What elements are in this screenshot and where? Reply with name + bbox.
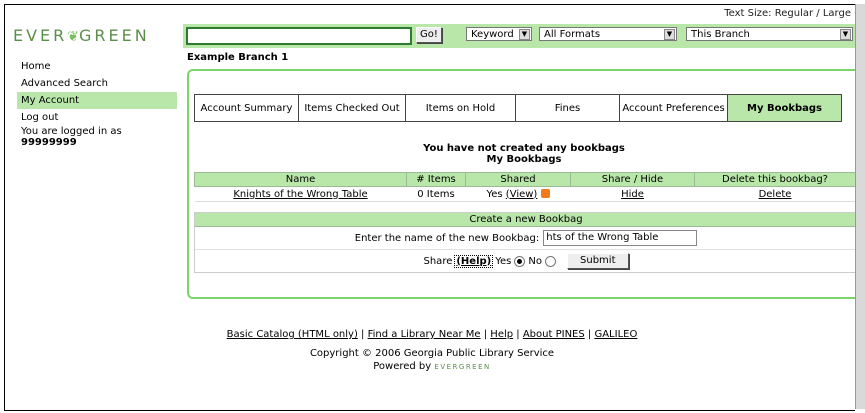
go-button[interactable]: Go! [416, 27, 442, 43]
footer-link-find-library[interactable]: Find a Library Near Me [368, 329, 481, 340]
create-bookbag-form: Create a new Bookbag Enter the name of t… [194, 212, 855, 273]
browser-content: Text Size: Regular / Large EVER❦GREEN Go… [4, 4, 855, 411]
yes-label: Yes [495, 255, 512, 267]
text-size-large-link[interactable]: Large [823, 8, 851, 19]
bookbag-name-label: Enter the name of the new Bookbag: [354, 232, 540, 244]
header-delete: Delete this bookbag? [694, 172, 855, 187]
vertical-scrollbar[interactable] [855, 4, 865, 409]
tab-account-preferences[interactable]: Account Preferences [620, 94, 728, 122]
sidebar: Home Advanced Search My Account Log out … [17, 58, 177, 148]
shared-status: Yes [486, 188, 503, 200]
chevron-down-icon: ▼ [519, 29, 530, 40]
search-type-select[interactable]: Keyword ▼ [466, 27, 532, 41]
share-no-radio[interactable] [545, 255, 557, 267]
text-size-separator: / [816, 8, 820, 19]
format-value: All Formats [544, 29, 601, 40]
header-shared: Shared [465, 172, 571, 187]
footer-link-about-pines[interactable]: About PINES [523, 329, 585, 340]
branch-name: Example Branch 1 [187, 52, 289, 63]
account-tabs: Account Summary Items Checked Out Items … [194, 94, 842, 122]
evergreen-logo[interactable]: EVER❦GREEN [13, 26, 150, 45]
logo-text-right: GREEN [79, 26, 150, 45]
powered-by: Powered by EVERGREEN [187, 360, 677, 374]
text-size-control: Text Size: Regular / Large [724, 8, 851, 19]
sidebar-item-log-out[interactable]: Log out [17, 109, 177, 126]
text-size-regular-link[interactable]: Regular [775, 8, 813, 19]
help-link[interactable]: (Help) [454, 254, 494, 268]
logged-in-label: You are logged in as [21, 126, 122, 137]
chevron-down-icon: ▼ [840, 29, 851, 40]
login-info: You are logged in as 99999999 [17, 126, 177, 148]
search-type-value: Keyword [471, 29, 514, 40]
header-share-hide: Share / Hide [570, 172, 695, 187]
bookbag-table: Name # Items Shared Share / Hide Delete … [194, 172, 855, 202]
powered-by-logo: EVERGREEN [434, 363, 491, 371]
tab-fines[interactable]: Fines [516, 94, 620, 122]
bookbags-heading: My Bookbags [486, 154, 562, 165]
tab-my-bookbags[interactable]: My Bookbags [728, 94, 842, 122]
copyright-text: Copyright © 2006 Georgia Public Library … [309, 348, 555, 359]
search-input[interactable] [186, 27, 412, 45]
leaf-icon: ❦ [67, 29, 80, 45]
powered-by-label: Powered by [373, 361, 432, 372]
delete-link[interactable]: Delete [759, 189, 792, 200]
no-label: No [528, 255, 543, 267]
rss-icon[interactable] [540, 188, 550, 198]
header-items: # Items [406, 172, 466, 187]
view-link[interactable]: (View) [506, 189, 538, 200]
bookbag-name-input[interactable]: hts of the Wrong Table [543, 230, 698, 246]
footer-link-galileo[interactable]: GALILEO [594, 329, 637, 340]
format-select[interactable]: All Formats ▼ [539, 27, 677, 41]
bookbag-name-row: Enter the name of the new Bookbag: hts o… [195, 227, 855, 250]
no-bookbags-notice: You have not created any bookbags [423, 143, 625, 154]
share-label: Share [423, 255, 453, 267]
table-header-row: Name # Items Shared Share / Hide Delete … [194, 172, 855, 187]
footer: Basic Catalog (HTML only) | Find a Libra… [187, 328, 677, 374]
scope-select[interactable]: This Branch ▼ [686, 27, 853, 41]
footer-link-help[interactable]: Help [490, 329, 513, 340]
logo-text-left: EVER [13, 26, 68, 45]
search-bar: Go! Keyword ▼ All Formats ▼ This Branch … [183, 24, 855, 48]
create-bookbag-title: Create a new Bookbag [195, 213, 855, 227]
scope-value: This Branch [691, 29, 750, 40]
chevron-down-icon: ▼ [664, 29, 675, 40]
sidebar-item-my-account[interactable]: My Account [17, 92, 177, 109]
footer-links: Basic Catalog (HTML only) | Find a Libra… [226, 329, 638, 340]
table-row: Knights of the Wrong Table 0 Items Yes (… [194, 186, 855, 202]
share-row: Share (Help) Yes No Submit [195, 250, 855, 272]
bookbag-shared-cell: Yes (View) [465, 186, 571, 202]
sidebar-item-home[interactable]: Home [17, 58, 177, 75]
header-name: Name [194, 172, 407, 187]
tab-items-checked-out[interactable]: Items Checked Out [299, 94, 406, 122]
hide-link[interactable]: Hide [621, 189, 644, 200]
share-yes-radio[interactable] [514, 255, 526, 267]
username: 99999999 [21, 137, 77, 148]
sidebar-item-advanced-search[interactable]: Advanced Search [17, 75, 177, 92]
footer-link-basic-catalog[interactable]: Basic Catalog (HTML only) [227, 329, 358, 340]
bookbag-name-link[interactable]: Knights of the Wrong Table [233, 189, 367, 200]
text-size-label: Text Size: [724, 8, 772, 19]
tab-account-summary[interactable]: Account Summary [194, 94, 299, 122]
bookbag-item-count: 0 Items [406, 186, 466, 202]
submit-button[interactable]: Submit [567, 253, 629, 269]
tab-items-on-hold[interactable]: Items on Hold [406, 94, 516, 122]
account-panel: Account Summary Items Checked Out Items … [187, 69, 855, 299]
